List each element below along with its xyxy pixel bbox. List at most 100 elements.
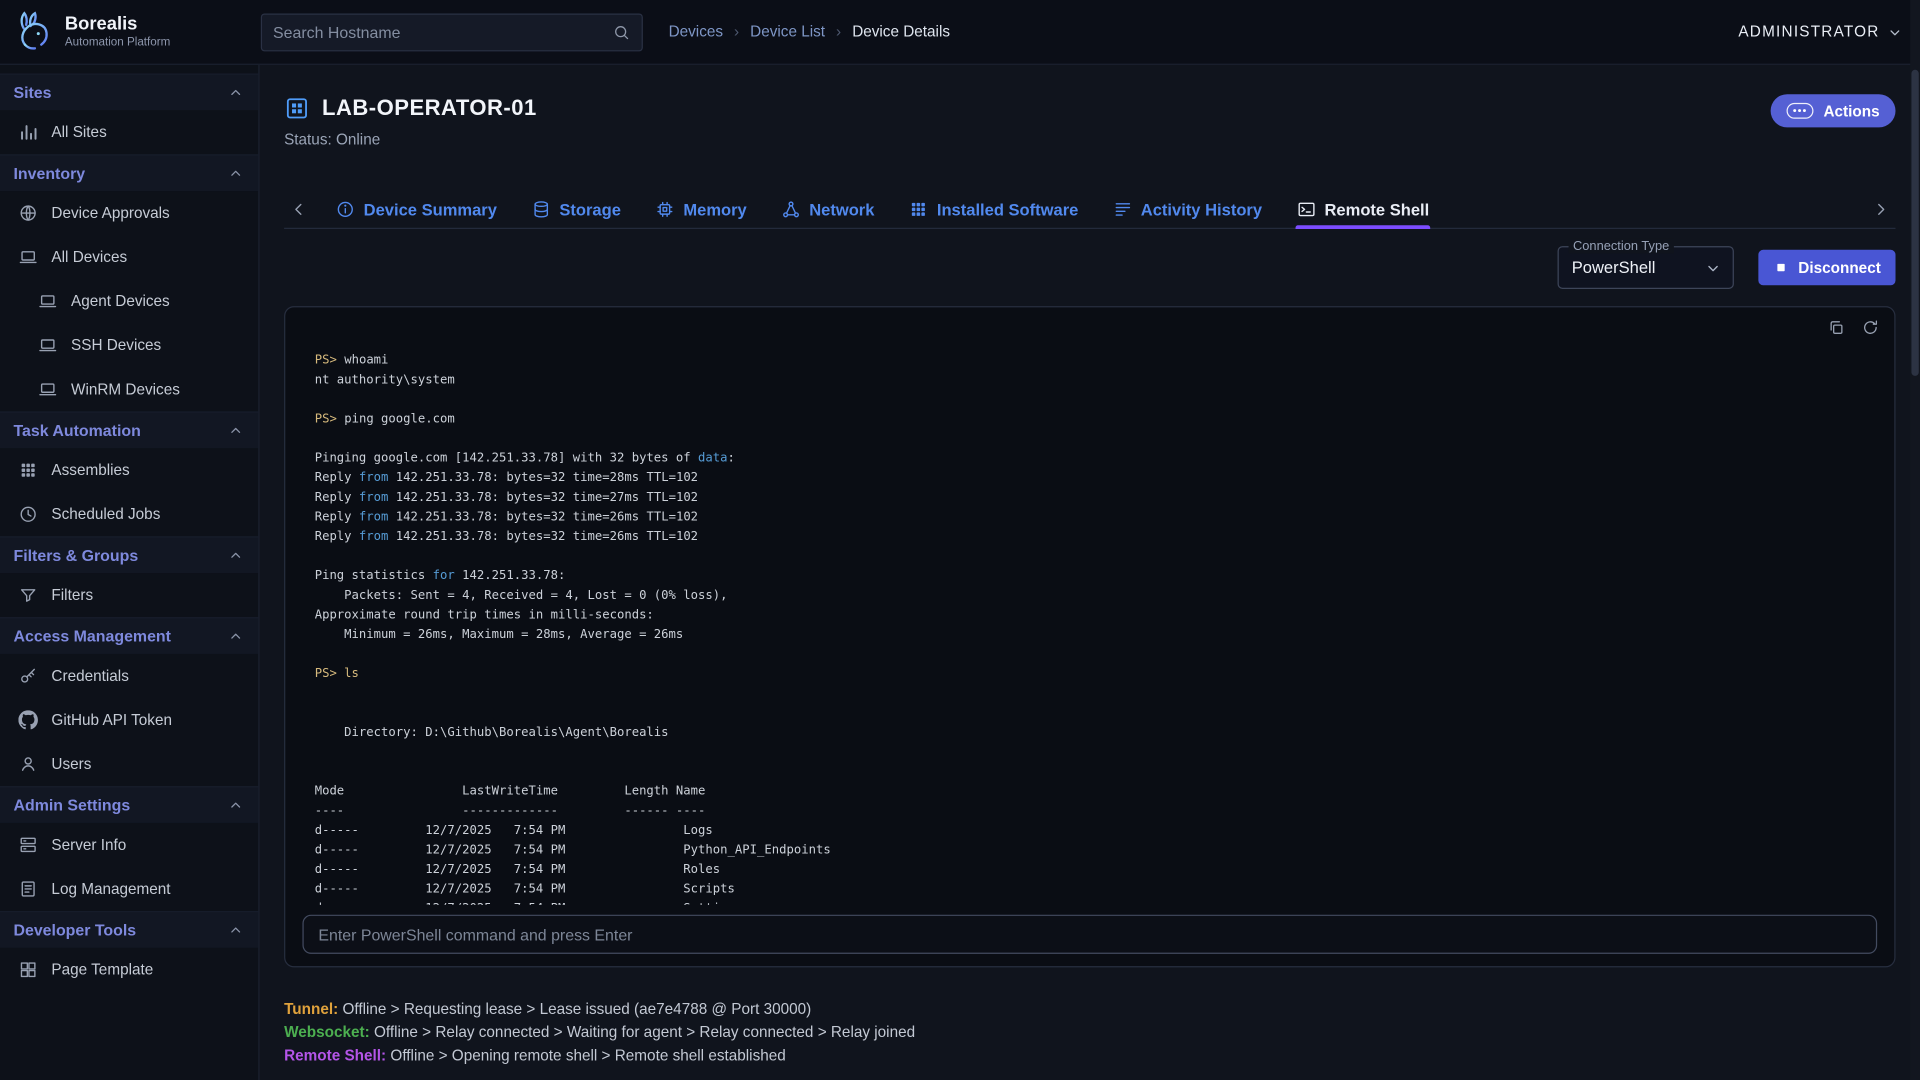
sidebar-item-label: All Devices [51, 249, 127, 266]
sidebar-item-github-api-token[interactable]: GitHub API Token [0, 698, 258, 742]
tab-network[interactable]: Network [780, 193, 876, 227]
terminal-line [315, 430, 1877, 450]
terminal-line: d----- 12/7/2025 7:54 PM Python_API_Endp… [315, 841, 1877, 861]
sidebar-item-label: Device Approvals [51, 204, 169, 221]
sidebar-section-label: Task Automation [13, 421, 140, 439]
chevron-up-icon [227, 796, 245, 814]
sidebar-section-developer-tools[interactable]: Developer Tools [0, 911, 258, 948]
sidebar-item-label: Filters [51, 587, 93, 604]
actions-button[interactable]: ••• Actions [1771, 94, 1896, 127]
chevron-up-icon [227, 421, 245, 439]
sidebar-section-sites[interactable]: Sites [0, 73, 258, 110]
sidebar-item-winrm-devices[interactable]: WinRM Devices [0, 367, 258, 411]
tab-activity-history[interactable]: Activity History [1111, 193, 1263, 227]
sidebar-section-inventory[interactable]: Inventory [0, 154, 258, 191]
sidebar-item-label: GitHub API Token [51, 711, 172, 728]
chevron-down-icon [1703, 258, 1723, 278]
device-title: LAB-OPERATOR-01 [284, 94, 537, 121]
sidebar-item-label: Credentials [51, 667, 128, 684]
sidebar-item-filters[interactable]: Filters [0, 573, 258, 617]
search-box[interactable] [261, 13, 643, 51]
terminal-line: PS> whoami [315, 351, 1877, 371]
terminal-output[interactable]: PS> whoamint authority\system PS> ping g… [315, 351, 1877, 904]
sidebar-item-page-template[interactable]: Page Template [0, 948, 258, 992]
terminal-line: ---- ------------- ------ ---- [315, 802, 1877, 822]
sites-icon [18, 122, 38, 142]
tabs-scroll-right-button[interactable] [1866, 193, 1895, 227]
refresh-output-button[interactable] [1861, 318, 1879, 342]
dots-icon: ••• [1787, 103, 1814, 118]
sidebar-item-users[interactable]: Users [0, 742, 258, 786]
page-scrollbar[interactable] [1910, 0, 1920, 1080]
tab-list: Device Summary Storage Memory Network Instal… [313, 193, 1866, 227]
status-line-text: Offline > Opening remote shell > Remote … [386, 1047, 786, 1064]
terminal-toolbar [1827, 318, 1880, 342]
devices-icon [38, 380, 58, 400]
breadcrumb-device-list[interactable]: Device List [750, 23, 825, 40]
user-icon [18, 754, 38, 774]
sidebar-item-device-approvals[interactable]: Device Approvals [0, 191, 258, 235]
user-menu[interactable]: ADMINISTRATOR [1738, 23, 1904, 41]
sidebar-section-task-automation[interactable]: Task Automation [0, 411, 258, 448]
approvals-icon [18, 203, 38, 223]
sidebar: Sites All Sites Inventory Device Approvals A… [0, 65, 260, 1080]
sidebar-item-all-devices[interactable]: All Devices [0, 235, 258, 279]
devices-icon [18, 247, 38, 267]
chevron-down-icon [1886, 23, 1904, 41]
status-line-websocket: Websocket: Offline > Relay connected > W… [284, 1021, 1895, 1044]
terminal-line [315, 763, 1877, 783]
terminal-line: d----- 12/7/2025 7:54 PM Roles [315, 861, 1877, 881]
sidebar-item-label: All Sites [51, 124, 106, 141]
tab-remote-shell[interactable]: Remote Shell [1295, 193, 1430, 227]
chevron-up-icon [227, 546, 245, 564]
breadcrumb-devices[interactable]: Devices [669, 23, 723, 40]
terminal-line: Ping statistics for 142.251.33.78: [315, 567, 1877, 587]
tab-memory[interactable]: Memory [654, 193, 748, 227]
scrollbar-thumb[interactable] [1911, 70, 1918, 376]
sidebar-item-log-management[interactable]: Log Management [0, 867, 258, 911]
tab-installed-software[interactable]: Installed Software [907, 193, 1079, 227]
terminal-line: Mode LastWriteTime Length Name [315, 782, 1877, 802]
sidebar-item-server-info[interactable]: Server Info [0, 823, 258, 867]
sidebar-section-filters-groups[interactable]: Filters & Groups [0, 536, 258, 573]
topbar: Borealis Automation Platform Devices›Dev… [0, 0, 1920, 65]
shell-command-input[interactable] [302, 915, 1877, 954]
status-line-label: Remote Shell: [284, 1047, 386, 1064]
clock-icon [18, 504, 38, 524]
terminal-line: Reply from 142.251.33.78: bytes=32 time=… [315, 489, 1877, 509]
tab-device-summary[interactable]: Device Summary [334, 193, 498, 227]
sidebar-item-label: Log Management [51, 880, 170, 897]
sidebar-item-agent-devices[interactable]: Agent Devices [0, 279, 258, 323]
sidebar-item-all-sites[interactable]: All Sites [0, 110, 258, 154]
status-line-label: Tunnel: [284, 1000, 338, 1017]
sidebar-item-label: Scheduled Jobs [51, 506, 160, 523]
sidebar-item-ssh-devices[interactable]: SSH Devices [0, 323, 258, 367]
tab-label: Remote Shell [1324, 200, 1429, 218]
key-icon [18, 666, 38, 686]
app-body: Sites All Sites Inventory Device Approvals A… [0, 65, 1920, 1080]
sidebar-item-credentials[interactable]: Credentials [0, 654, 258, 698]
search-icon [612, 23, 630, 41]
status-line-remote-shell: Remote Shell: Offline > Opening remote s… [284, 1044, 1895, 1067]
tab-label: Activity History [1141, 200, 1262, 218]
sidebar-section-admin-settings[interactable]: Admin Settings [0, 786, 258, 823]
disconnect-button[interactable]: Disconnect [1758, 250, 1896, 286]
tab-bar: Device Summary Storage Memory Network Instal… [284, 193, 1895, 229]
copy-output-button[interactable] [1827, 318, 1845, 342]
sidebar-section-label: Sites [13, 83, 51, 101]
search-input[interactable] [273, 23, 612, 41]
template-icon [18, 960, 38, 980]
sidebar-item-scheduled-jobs[interactable]: Scheduled Jobs [0, 492, 258, 536]
terminal-line [315, 743, 1877, 763]
stop-icon [1773, 260, 1789, 276]
github-icon [18, 710, 38, 730]
sidebar-item-assemblies[interactable]: Assemblies [0, 448, 258, 492]
brand-name: Borealis [65, 14, 170, 36]
tabs-scroll-left-button[interactable] [284, 193, 313, 227]
terminal-line: Reply from 142.251.33.78: bytes=32 time=… [315, 469, 1877, 489]
tab-storage[interactable]: Storage [530, 193, 622, 227]
sidebar-item-label: Server Info [51, 836, 126, 853]
sidebar-section-access-management[interactable]: Access Management [0, 617, 258, 654]
connection-type-select[interactable]: Connection Type PowerShell [1557, 246, 1733, 289]
connection-type-value: PowerShell [1572, 258, 1656, 276]
